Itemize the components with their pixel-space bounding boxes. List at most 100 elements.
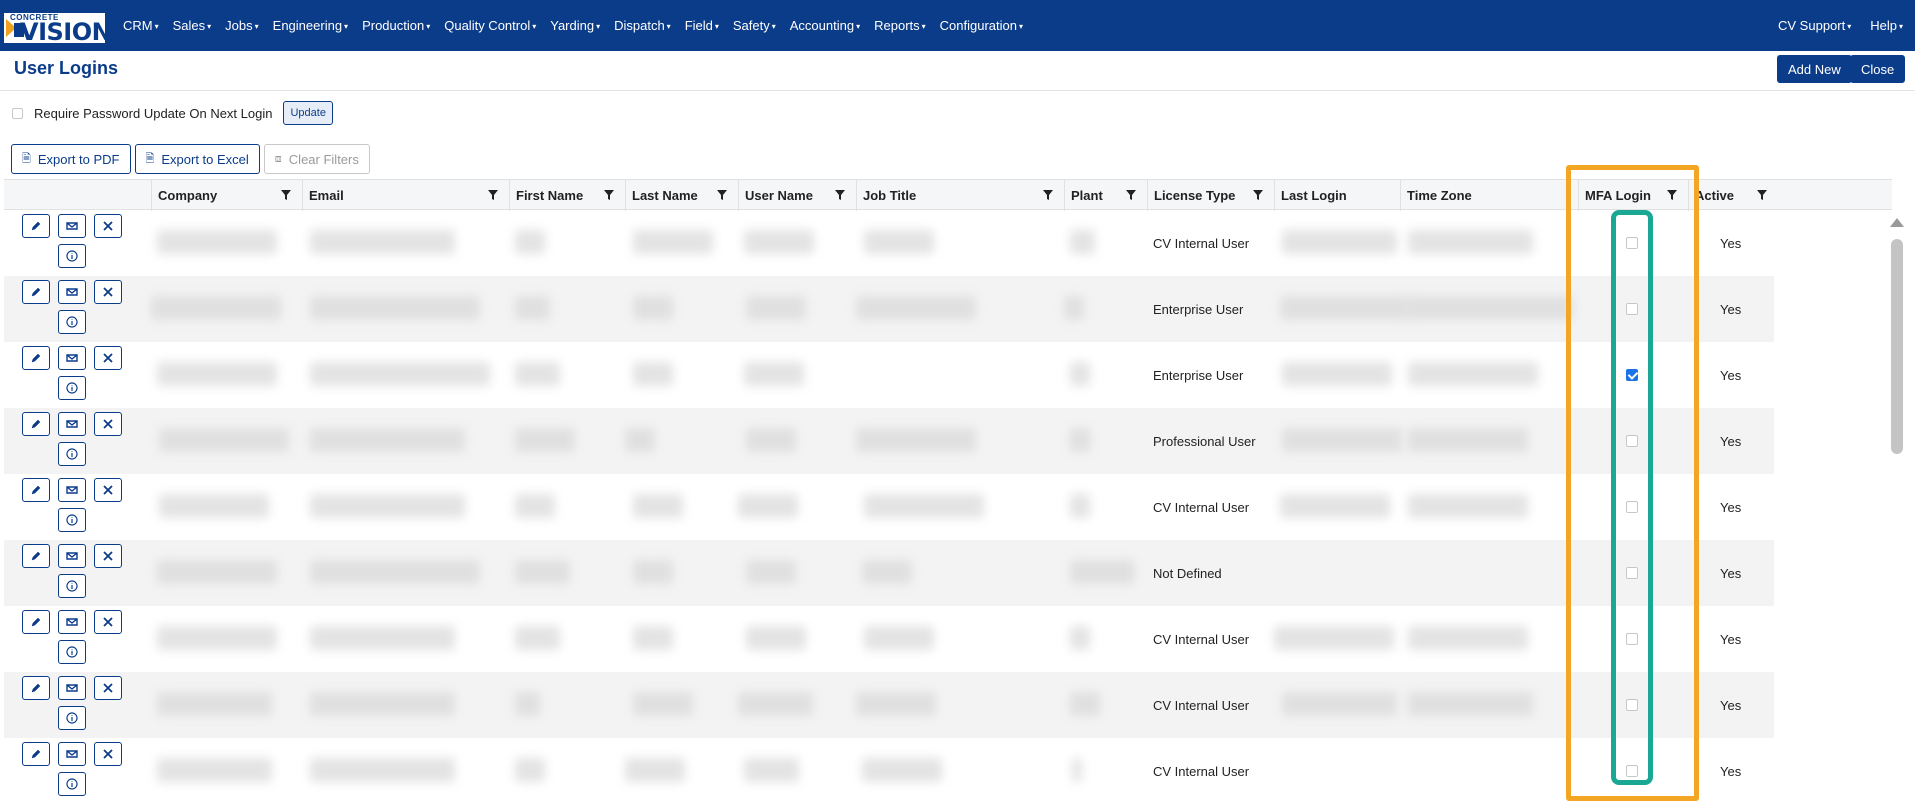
nav-item-jobs[interactable]: Jobs ▾ bbox=[225, 18, 258, 33]
close-button[interactable]: Close bbox=[1850, 55, 1906, 83]
nav-item-sales[interactable]: Sales ▾ bbox=[173, 18, 212, 33]
delete-button[interactable] bbox=[94, 346, 122, 370]
table-row[interactable]: CV Internal User Yes bbox=[4, 672, 1774, 738]
column-header-first-name[interactable]: First Name bbox=[509, 180, 625, 211]
email-button[interactable] bbox=[58, 676, 86, 700]
info-button[interactable] bbox=[58, 772, 86, 796]
column-header-mfa-login[interactable]: MFA Login bbox=[1578, 180, 1688, 211]
email-button[interactable] bbox=[58, 742, 86, 766]
nav-item-field[interactable]: Field ▾ bbox=[685, 18, 719, 33]
info-button[interactable] bbox=[58, 442, 86, 466]
column-header-license-type[interactable]: License Type bbox=[1147, 180, 1274, 211]
table-row[interactable]: CV Internal User Yes bbox=[4, 210, 1774, 276]
add-new-button[interactable]: Add New bbox=[1777, 55, 1852, 83]
export-pdf-button[interactable]: 🗎 Export to PDF bbox=[11, 144, 131, 174]
filter-funnel-icon[interactable] bbox=[1253, 190, 1263, 200]
email-button[interactable] bbox=[58, 610, 86, 634]
mfa-login-checkbox[interactable] bbox=[1626, 699, 1638, 711]
edit-button[interactable] bbox=[22, 478, 50, 502]
column-header-email[interactable]: Email bbox=[302, 180, 509, 211]
email-button[interactable] bbox=[58, 544, 86, 568]
edit-button[interactable] bbox=[22, 610, 50, 634]
edit-button[interactable] bbox=[22, 544, 50, 568]
table-row[interactable]: Professional User Yes bbox=[4, 408, 1774, 474]
edit-button[interactable] bbox=[22, 214, 50, 238]
nav-item-engineering[interactable]: Engineering ▾ bbox=[273, 18, 348, 33]
table-row[interactable]: CV Internal User Yes bbox=[4, 474, 1774, 540]
edit-button[interactable] bbox=[22, 346, 50, 370]
require-password-checkbox[interactable] bbox=[12, 107, 23, 119]
nav-item-quality-control[interactable]: Quality Control ▾ bbox=[444, 18, 536, 33]
nav-right-help[interactable]: Help ▾ bbox=[1870, 18, 1903, 33]
filter-funnel-icon[interactable] bbox=[835, 190, 845, 200]
nav-right-cv-support[interactable]: CV Support ▾ bbox=[1778, 18, 1851, 33]
column-header-last-login[interactable]: Last Login bbox=[1274, 180, 1400, 211]
column-header-time-zone[interactable]: Time Zone bbox=[1400, 180, 1578, 211]
info-button[interactable] bbox=[58, 310, 86, 334]
edit-button[interactable] bbox=[22, 412, 50, 436]
update-button[interactable]: Update bbox=[283, 101, 333, 125]
table-row[interactable]: Not Defined Yes bbox=[4, 540, 1774, 606]
nav-item-crm[interactable]: CRM ▾ bbox=[123, 18, 159, 33]
column-header-user-name[interactable]: User Name bbox=[738, 180, 856, 211]
mfa-login-checkbox[interactable] bbox=[1626, 237, 1638, 249]
filter-funnel-icon[interactable] bbox=[1757, 190, 1767, 200]
nav-item-dispatch[interactable]: Dispatch ▾ bbox=[614, 18, 671, 33]
mfa-login-checkbox[interactable] bbox=[1626, 633, 1638, 645]
delete-button[interactable] bbox=[94, 214, 122, 238]
nav-item-configuration[interactable]: Configuration ▾ bbox=[940, 18, 1023, 33]
table-row[interactable]: CV Internal User Yes bbox=[4, 606, 1774, 672]
clear-filters-button[interactable]: ⧈ Clear Filters bbox=[263, 144, 370, 174]
nav-item-accounting[interactable]: Accounting ▾ bbox=[790, 18, 860, 33]
info-button[interactable] bbox=[58, 574, 86, 598]
column-header-active[interactable]: Active bbox=[1688, 180, 1778, 211]
nav-item-safety[interactable]: Safety ▾ bbox=[733, 18, 776, 33]
delete-button[interactable] bbox=[94, 742, 122, 766]
delete-button[interactable] bbox=[94, 676, 122, 700]
table-row[interactable]: CV Internal User Yes bbox=[4, 738, 1774, 804]
table-row[interactable]: Enterprise User Yes bbox=[4, 342, 1774, 408]
edit-button[interactable] bbox=[22, 742, 50, 766]
info-button[interactable] bbox=[58, 376, 86, 400]
email-button[interactable] bbox=[58, 346, 86, 370]
column-header-company[interactable]: Company bbox=[151, 180, 302, 211]
email-button[interactable] bbox=[58, 280, 86, 304]
filter-funnel-icon[interactable] bbox=[1043, 190, 1053, 200]
column-header-plant[interactable]: Plant bbox=[1064, 180, 1147, 211]
filter-funnel-icon[interactable] bbox=[488, 190, 498, 200]
delete-button[interactable] bbox=[94, 544, 122, 568]
edit-button[interactable] bbox=[22, 280, 50, 304]
filter-funnel-icon[interactable] bbox=[604, 190, 614, 200]
export-excel-button[interactable]: 🗎 Export to Excel bbox=[134, 144, 260, 174]
nav-item-reports[interactable]: Reports ▾ bbox=[874, 18, 926, 33]
delete-button[interactable] bbox=[94, 610, 122, 634]
delete-button[interactable] bbox=[94, 280, 122, 304]
email-button[interactable] bbox=[58, 214, 86, 238]
info-button[interactable] bbox=[58, 706, 86, 730]
column-header-last-name[interactable]: Last Name bbox=[625, 180, 738, 211]
mfa-login-checkbox[interactable] bbox=[1626, 435, 1638, 447]
info-button[interactable] bbox=[58, 244, 86, 268]
filter-funnel-icon[interactable] bbox=[1667, 190, 1677, 200]
edit-button[interactable] bbox=[22, 676, 50, 700]
scrollbar-thumb[interactable] bbox=[1891, 239, 1903, 454]
mfa-login-checkbox[interactable] bbox=[1626, 369, 1638, 381]
scroll-up-arrow-icon[interactable] bbox=[1890, 218, 1904, 227]
mfa-login-checkbox[interactable] bbox=[1626, 303, 1638, 315]
table-row[interactable]: Enterprise User Yes bbox=[4, 276, 1774, 342]
mfa-login-checkbox[interactable] bbox=[1626, 765, 1638, 777]
filter-funnel-icon[interactable] bbox=[717, 190, 727, 200]
filter-funnel-icon[interactable] bbox=[281, 190, 291, 200]
concrete-vision-logo[interactable]: CONCRETE VISION bbox=[4, 13, 105, 43]
email-button[interactable] bbox=[58, 412, 86, 436]
email-button[interactable] bbox=[58, 478, 86, 502]
nav-item-production[interactable]: Production ▾ bbox=[362, 18, 430, 33]
filter-funnel-icon[interactable] bbox=[1126, 190, 1136, 200]
column-header-job-title[interactable]: Job Title bbox=[856, 180, 1064, 211]
mfa-login-checkbox[interactable] bbox=[1626, 567, 1638, 579]
mfa-login-checkbox[interactable] bbox=[1626, 501, 1638, 513]
delete-button[interactable] bbox=[94, 412, 122, 436]
info-button[interactable] bbox=[58, 640, 86, 664]
delete-button[interactable] bbox=[94, 478, 122, 502]
nav-item-yarding[interactable]: Yarding ▾ bbox=[550, 18, 600, 33]
